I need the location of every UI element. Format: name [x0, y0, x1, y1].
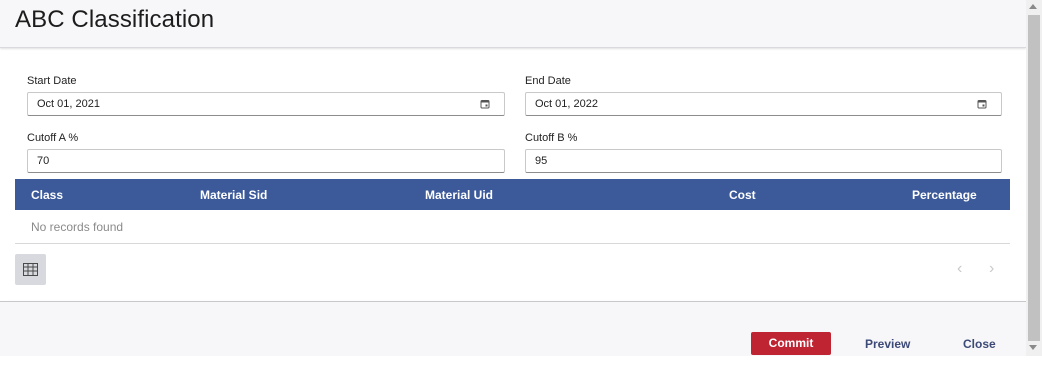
commit-button[interactable]: Commit	[751, 332, 831, 355]
start-date-input[interactable]: Oct 01, 2021	[27, 92, 505, 116]
column-header-material-sid[interactable]: Material Sid	[200, 188, 267, 202]
table-bottom-divider	[15, 243, 1010, 244]
column-header-class[interactable]: Class	[31, 188, 63, 202]
preview-button[interactable]: Preview	[865, 337, 910, 351]
cutoff-b-value: 95	[535, 155, 548, 167]
end-date-input[interactable]: Oct 01, 2022	[525, 92, 1002, 116]
pager-next-button[interactable]: ›	[989, 260, 994, 278]
column-header-percentage[interactable]: Percentage	[912, 188, 977, 202]
table-grid-icon	[23, 263, 38, 276]
dialog-title: ABC Classification	[15, 6, 215, 33]
table-header: Class Material Sid Material Uid Cost Per…	[15, 179, 1010, 210]
calendar-icon[interactable]	[977, 99, 987, 109]
end-date-value: Oct 01, 2022	[535, 98, 598, 110]
close-button[interactable]: Close	[963, 337, 996, 351]
cutoff-a-label: Cutoff A %	[27, 132, 79, 144]
end-date-label: End Date	[525, 75, 571, 87]
calendar-icon[interactable]	[480, 99, 490, 109]
empty-table-message: No records found	[31, 220, 124, 234]
scrollbar-thumb[interactable]	[1028, 15, 1040, 341]
start-date-value: Oct 01, 2021	[37, 98, 100, 110]
cutoff-a-input[interactable]: 70	[27, 149, 505, 173]
cutoff-a-value: 70	[37, 155, 50, 167]
abc-classification-dialog: ABC Classification Start Date Oct 01, 20…	[0, 0, 1026, 356]
scroll-down-arrow-icon[interactable]	[1029, 345, 1037, 350]
start-date-label: Start Date	[27, 75, 77, 87]
column-chooser-button[interactable]	[15, 254, 46, 285]
column-header-cost[interactable]: Cost	[729, 188, 756, 202]
scroll-up-arrow-icon[interactable]	[1029, 4, 1037, 9]
cutoff-b-input[interactable]: 95	[525, 149, 1002, 173]
column-header-material-uid[interactable]: Material Uid	[425, 188, 493, 202]
pager-prev-button[interactable]: ‹	[957, 260, 962, 278]
dialog-header: ABC Classification	[0, 0, 1026, 48]
cutoff-b-label: Cutoff B %	[525, 132, 578, 144]
